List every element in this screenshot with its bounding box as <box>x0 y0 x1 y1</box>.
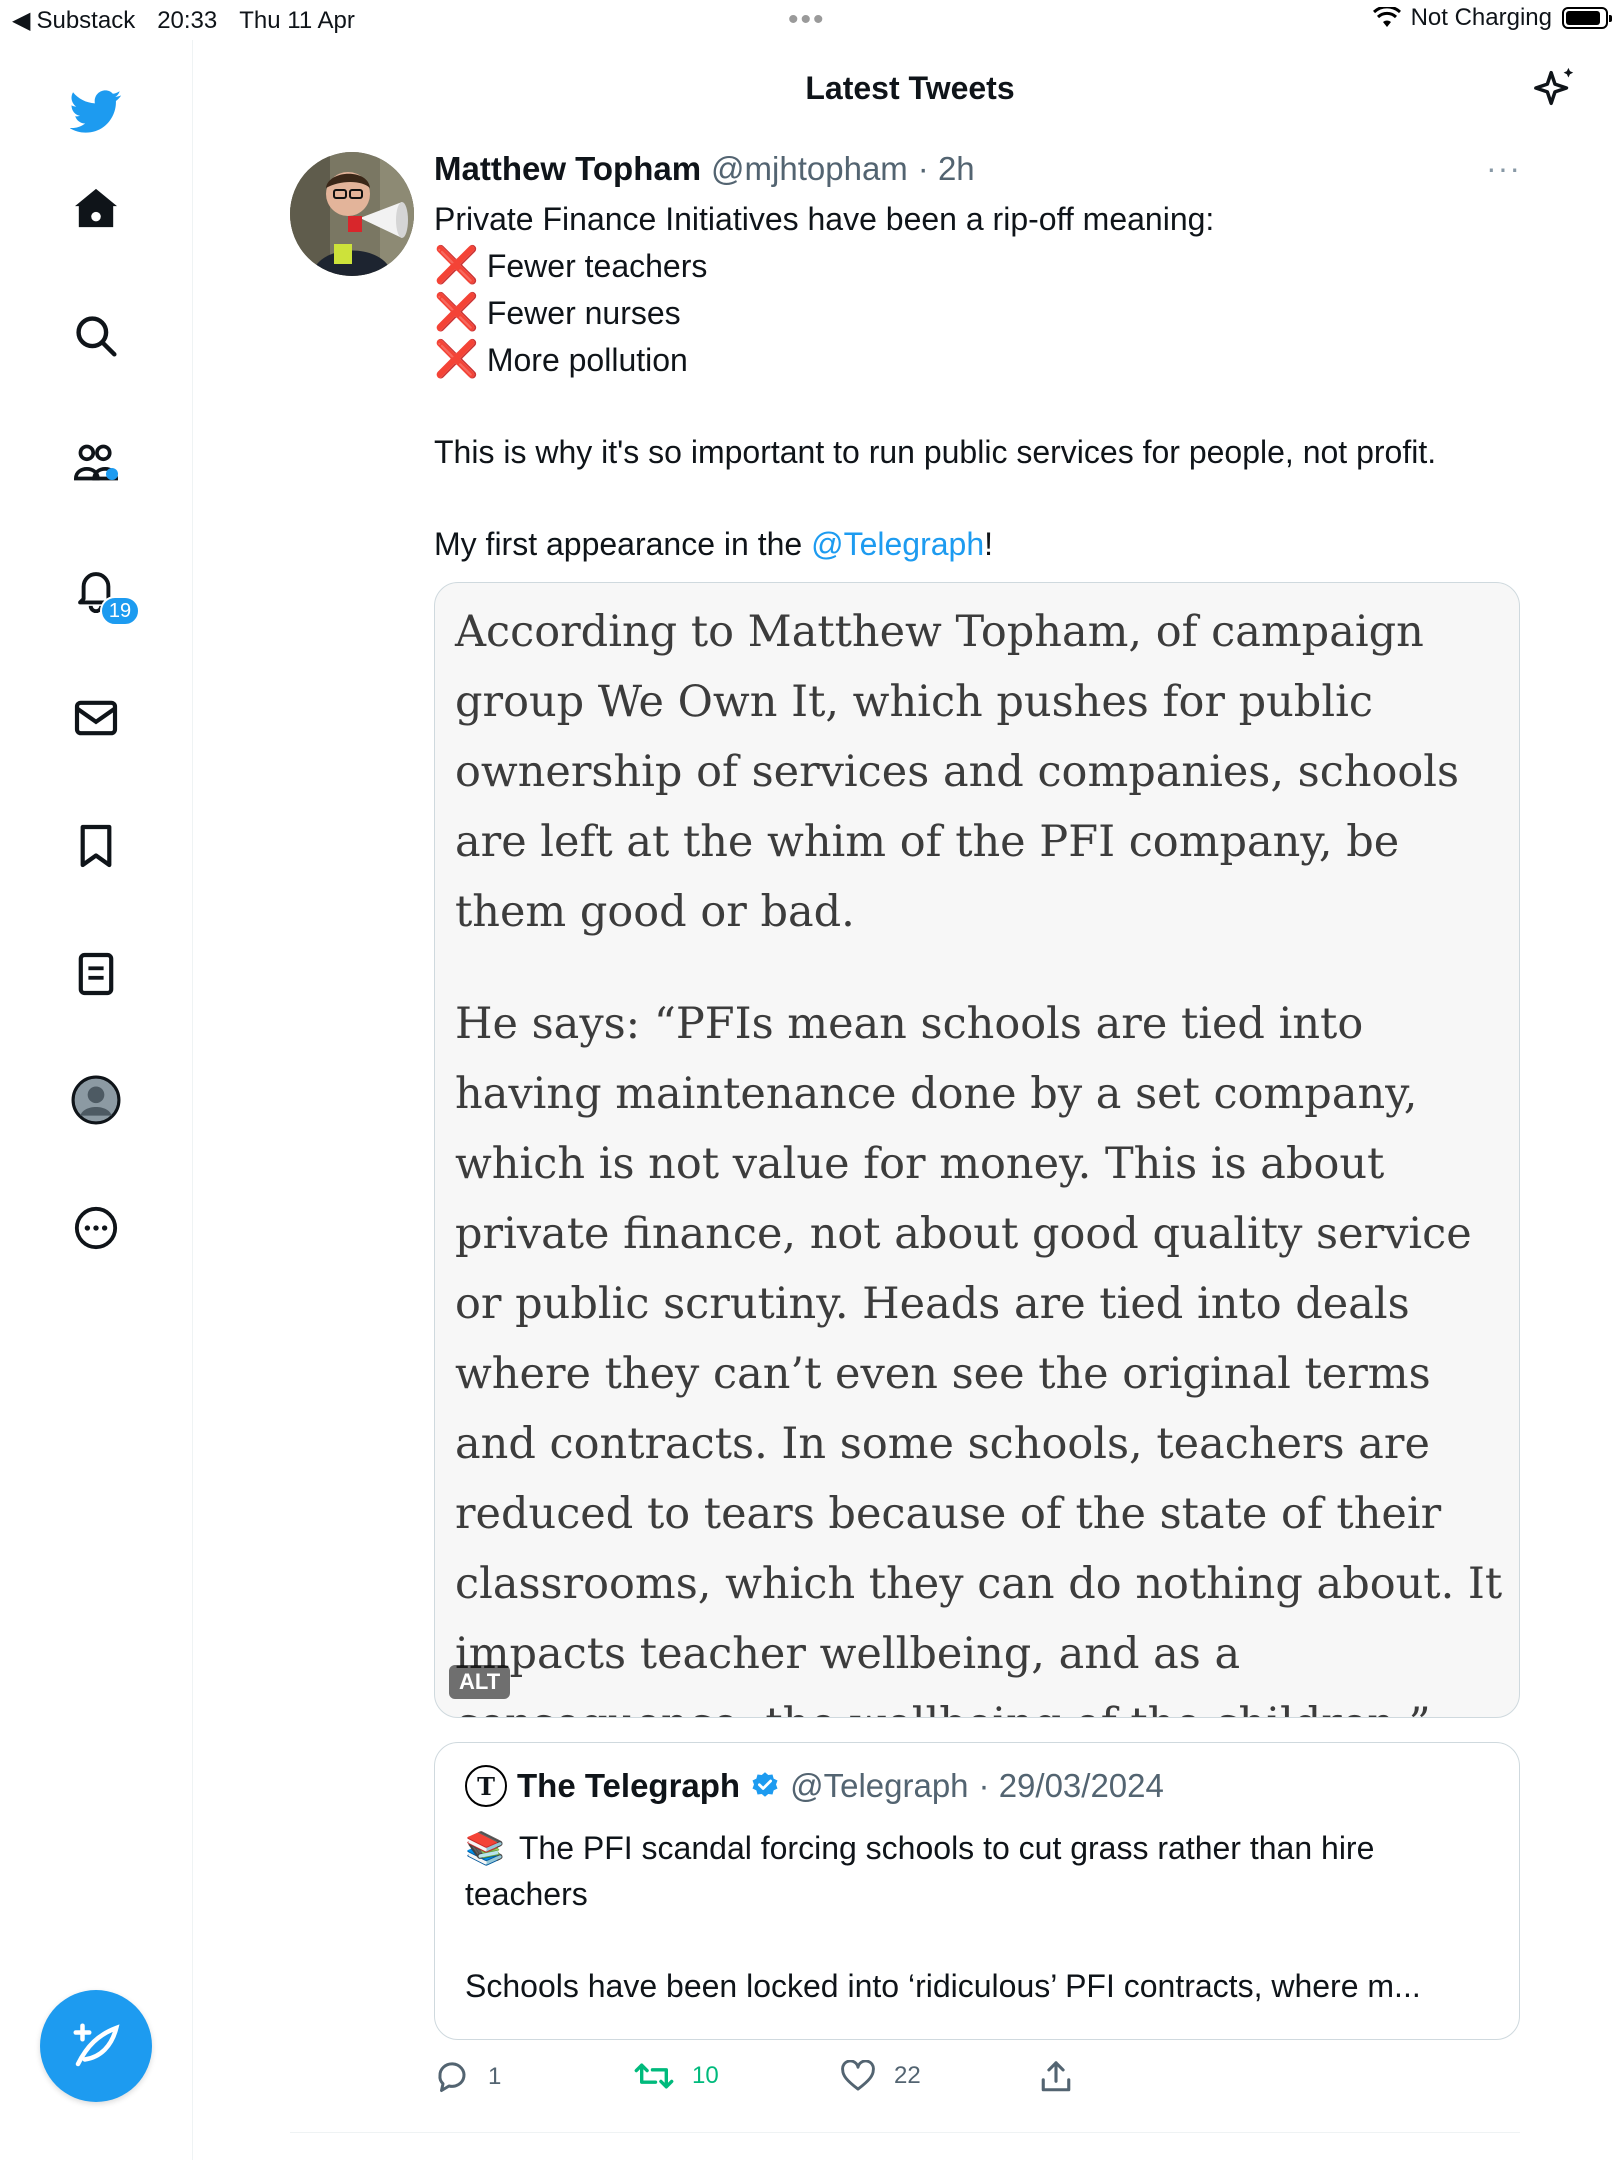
heart-icon <box>841 2060 875 2091</box>
status-date: Thu 11 Apr <box>239 6 355 34</box>
twitter-logo-icon[interactable] <box>70 86 122 138</box>
books-emoji-icon: 📚 <box>465 1830 505 1866</box>
tweet-divider <box>290 2132 1520 2133</box>
home-icon[interactable] <box>70 182 122 234</box>
author-name[interactable]: Matthew Topham <box>434 150 701 188</box>
share-icon <box>1041 2061 1071 2092</box>
cross-mark-icon: ❌ <box>434 338 479 379</box>
charging-status: Not Charging <box>1410 4 1552 31</box>
retweet-count: 10 <box>692 2062 719 2089</box>
lists-icon[interactable] <box>70 948 122 1000</box>
cross-mark-icon: ❌ <box>434 291 479 332</box>
reply-bubble-icon <box>438 2062 466 2092</box>
newspaper-excerpt-image: According to Matthew Topham, of campaign… <box>455 597 1505 1717</box>
quoted-tweet-header: T The Telegraph @Telegraph · 29/03/2024 <box>465 1765 1164 1807</box>
quoted-headline: 📚 The PFI scandal forcing schools to cut … <box>465 1825 1495 1917</box>
wifi-icon <box>1372 7 1401 27</box>
tweet-intro: Private Finance Initiatives have been a … <box>434 201 1215 237</box>
tweet-body: Private Finance Initiatives have been a … <box>434 196 1524 567</box>
reply-count: 1 <box>488 2063 502 2090</box>
back-app-label: Substack <box>36 6 136 34</box>
tweet-bullet: ❌ More pollution <box>434 338 688 379</box>
telegraph-mention-link[interactable]: @Telegraph <box>811 526 984 562</box>
multitasking-dots-icon[interactable]: ••• <box>788 5 826 35</box>
sidebar: 19 <box>0 40 193 2160</box>
excerpt-paragraph-2: He says: “PFIs mean schools are tied int… <box>455 999 1503 1717</box>
tweet-time[interactable]: · 2h <box>918 150 975 188</box>
share-button[interactable] <box>1040 2060 1072 2094</box>
sparkle-timeline-icon[interactable] <box>1532 64 1578 117</box>
search-icon[interactable] <box>70 310 122 362</box>
notifications-count-badge: 19 <box>100 596 140 626</box>
quoted-tweet-date: · 29/03/2024 <box>978 1767 1164 1804</box>
tweet-bullet: ❌ Fewer teachers <box>434 244 708 285</box>
tweet-paragraph: This is why it's so important to run pub… <box>434 434 1437 470</box>
more-options-icon[interactable] <box>70 1202 122 1254</box>
author-avatar[interactable] <box>290 152 414 276</box>
profile-avatar-icon[interactable] <box>70 1074 122 1126</box>
back-to-app-link[interactable]: ◀ Substack <box>12 6 135 35</box>
quoted-tweet-card[interactable]: T The Telegraph @Telegraph · 29/03/2024 … <box>434 1742 1520 2040</box>
tweet-appearance-line: My first appearance in the @Telegraph! <box>434 526 993 562</box>
battery-icon <box>1562 7 1612 29</box>
author-handle[interactable]: @mjhtopham <box>711 150 908 188</box>
alt-text-badge[interactable]: ALT <box>449 1665 511 1699</box>
quoted-tweet-body: 📚 The PFI scandal forcing schools to cut … <box>465 1825 1495 2009</box>
bookmarks-icon[interactable] <box>70 820 122 872</box>
reply-button[interactable]: 1 <box>434 2060 501 2094</box>
back-arrow-icon: ◀ <box>12 7 31 34</box>
communities-notification-dot <box>106 468 118 480</box>
tweet-actions: 1 10 22 <box>434 2060 1134 2100</box>
status-bar: ◀ Substack 20:33 Thu 11 Apr ••• Not Char… <box>0 0 1620 40</box>
quoted-summary: Schools have been locked into ‘ridiculou… <box>465 1968 1421 2004</box>
tweet-image[interactable]: According to Matthew Topham, of campaign… <box>434 582 1520 1718</box>
excerpt-paragraph-1: According to Matthew Topham, of campaign… <box>455 607 1460 937</box>
quoted-author-name: The Telegraph <box>517 1767 741 1804</box>
page-title: Latest Tweets <box>805 70 1015 106</box>
retweet-button[interactable]: 10 <box>634 2060 719 2092</box>
tweet-more-options-icon[interactable]: ··· <box>1486 150 1521 187</box>
verified-badge-icon <box>752 1772 778 1797</box>
status-time: 20:33 <box>157 6 218 34</box>
quoted-author-handle: @Telegraph <box>790 1767 969 1804</box>
messages-mail-icon[interactable] <box>70 692 122 744</box>
retweet-icon <box>634 2063 674 2089</box>
compose-feather-icon <box>73 2023 120 2067</box>
communities-icon[interactable] <box>70 436 122 488</box>
cross-mark-icon: ❌ <box>434 244 479 285</box>
tweet-header: Matthew Topham @mjhtopham · 2h <box>434 150 975 188</box>
like-button[interactable]: 22 <box>840 2060 921 2092</box>
compose-tweet-button[interactable] <box>40 1990 152 2102</box>
telegraph-logo-avatar: T <box>465 1765 507 1807</box>
like-count: 22 <box>894 2062 921 2089</box>
tweet-bullet: ❌ Fewer nurses <box>434 291 681 332</box>
